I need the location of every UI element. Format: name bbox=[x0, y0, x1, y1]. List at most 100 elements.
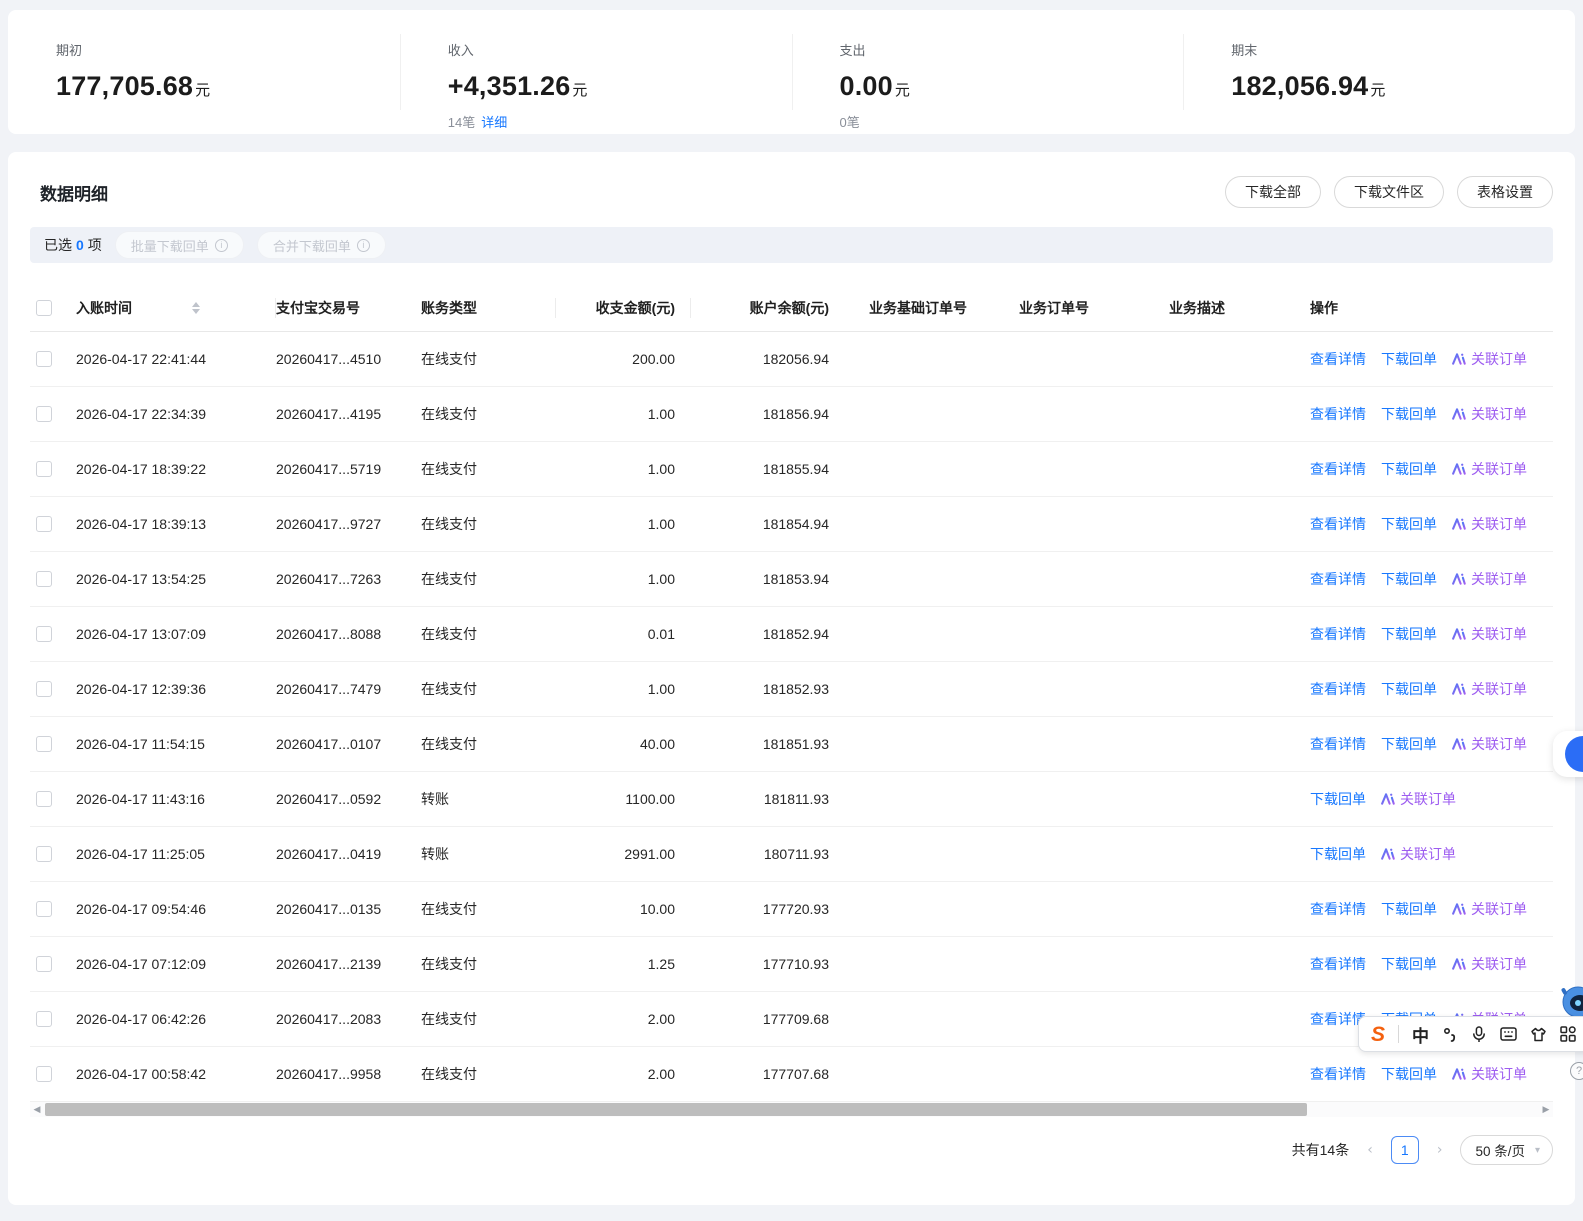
row-checkbox[interactable] bbox=[36, 406, 52, 422]
view-detail-link[interactable]: 查看详情 bbox=[1310, 514, 1366, 534]
row-checkbox[interactable] bbox=[36, 736, 52, 752]
download-receipt-link[interactable]: 下载回单 bbox=[1381, 569, 1437, 589]
help-circle-icon[interactable]: ? bbox=[1570, 1062, 1583, 1080]
next-page-button[interactable]: › bbox=[1437, 1142, 1443, 1158]
download-files-button[interactable]: 下载文件区 bbox=[1334, 176, 1444, 208]
row-checkbox-cell bbox=[30, 736, 76, 752]
current-page-button[interactable]: 1 bbox=[1391, 1136, 1419, 1164]
download-receipt-link[interactable]: 下载回单 bbox=[1310, 844, 1366, 864]
ime-keyboard-icon[interactable] bbox=[1500, 1027, 1517, 1041]
related-order-label: 关联订单 bbox=[1471, 569, 1527, 589]
ime-microphone-icon[interactable] bbox=[1471, 1026, 1487, 1043]
download-receipt-link[interactable]: 下载回单 bbox=[1310, 789, 1366, 809]
view-detail-link[interactable]: 查看详情 bbox=[1310, 624, 1366, 644]
cell-account-type: 在线支付 bbox=[421, 954, 556, 974]
view-detail-link[interactable]: 查看详情 bbox=[1310, 459, 1366, 479]
row-checkbox[interactable] bbox=[36, 901, 52, 917]
row-checkbox[interactable] bbox=[36, 351, 52, 367]
header-order: 业务订单号 bbox=[993, 298, 1143, 318]
view-detail-link[interactable]: 查看详情 bbox=[1310, 569, 1366, 589]
cell-balance: 181852.93 bbox=[691, 681, 843, 697]
batch-download-button[interactable]: 批量下载回单i bbox=[115, 231, 244, 259]
floating-assistant-button[interactable] bbox=[1553, 731, 1583, 777]
download-receipt-link[interactable]: 下载回单 bbox=[1381, 679, 1437, 699]
related-order-label: 关联订单 bbox=[1400, 789, 1456, 809]
download-receipt-link[interactable]: 下载回单 bbox=[1381, 624, 1437, 644]
download-receipt-link[interactable]: 下载回单 bbox=[1381, 459, 1437, 479]
download-receipt-link[interactable]: 下载回单 bbox=[1381, 404, 1437, 424]
sort-control[interactable] bbox=[192, 302, 200, 314]
cell-actions: 查看详情下载回单关联订单 bbox=[1288, 404, 1553, 424]
related-order-link[interactable]: 关联订单 bbox=[1452, 1064, 1527, 1084]
row-checkbox[interactable] bbox=[36, 1011, 52, 1027]
view-detail-link[interactable]: 查看详情 bbox=[1310, 954, 1366, 974]
scroll-left-arrow[interactable]: ◀ bbox=[30, 1102, 44, 1117]
merge-download-button[interactable]: 合并下载回单i bbox=[257, 231, 386, 259]
select-all-checkbox[interactable] bbox=[36, 300, 52, 316]
prev-page-button[interactable]: ‹ bbox=[1367, 1142, 1373, 1158]
ime-toolbox-grid-icon[interactable] bbox=[1560, 1026, 1576, 1042]
table-row: 2026-04-17 18:39:2220260417...5719在线支付1.… bbox=[30, 442, 1553, 497]
download-all-button[interactable]: 下载全部 bbox=[1225, 176, 1321, 208]
row-checkbox[interactable] bbox=[36, 791, 52, 807]
total-count: 共有14条 bbox=[1292, 1140, 1350, 1160]
table-row: 2026-04-17 13:07:0920260417...8088在线支付0.… bbox=[30, 607, 1553, 662]
cell-transaction-id: 20260417...5719 bbox=[276, 461, 421, 477]
row-checkbox[interactable] bbox=[36, 461, 52, 477]
income-detail-link[interactable]: 详细 bbox=[481, 115, 507, 130]
related-order-link[interactable]: 关联订单 bbox=[1452, 734, 1527, 754]
cell-amount: 1.00 bbox=[556, 516, 691, 532]
page-size-select[interactable]: 50 条/页▾ bbox=[1460, 1135, 1553, 1165]
row-checkbox[interactable] bbox=[36, 1066, 52, 1082]
related-order-icon bbox=[1452, 683, 1467, 695]
cell-actions: 查看详情下载回单关联订单 bbox=[1288, 734, 1553, 754]
header-account-type: 账务类型 bbox=[421, 298, 556, 318]
related-order-link[interactable]: 关联订单 bbox=[1452, 349, 1527, 369]
cell-account-type: 在线支付 bbox=[421, 679, 556, 699]
transactions-table: 入账时间 支付宝交易号 账务类型 收支金额(元) 账户余额(元) 业务基础订单号… bbox=[30, 285, 1553, 1102]
cell-account-type: 在线支付 bbox=[421, 569, 556, 589]
cell-entry-time: 2026-04-17 07:12:09 bbox=[76, 956, 276, 972]
scrollbar-thumb[interactable] bbox=[45, 1103, 1307, 1116]
download-receipt-link[interactable]: 下载回单 bbox=[1381, 734, 1437, 754]
view-detail-link[interactable]: 查看详情 bbox=[1310, 679, 1366, 699]
related-order-link[interactable]: 关联订单 bbox=[1452, 624, 1527, 644]
view-detail-link[interactable]: 查看详情 bbox=[1310, 349, 1366, 369]
table-settings-button[interactable]: 表格设置 bbox=[1457, 176, 1553, 208]
cell-amount: 1.25 bbox=[556, 956, 691, 972]
row-checkbox[interactable] bbox=[36, 626, 52, 642]
row-checkbox[interactable] bbox=[36, 956, 52, 972]
related-order-link[interactable]: 关联订单 bbox=[1452, 679, 1527, 699]
related-order-link[interactable]: 关联订单 bbox=[1452, 569, 1527, 589]
related-order-link[interactable]: 关联订单 bbox=[1452, 459, 1527, 479]
ime-skin-icon[interactable] bbox=[1530, 1027, 1547, 1042]
row-checkbox[interactable] bbox=[36, 846, 52, 862]
view-detail-link[interactable]: 查看详情 bbox=[1310, 1064, 1366, 1084]
row-checkbox[interactable] bbox=[36, 571, 52, 587]
related-order-link[interactable]: 关联订单 bbox=[1452, 899, 1527, 919]
related-order-link[interactable]: 关联订单 bbox=[1381, 789, 1456, 809]
download-receipt-link[interactable]: 下载回单 bbox=[1381, 514, 1437, 534]
scroll-right-arrow[interactable]: ▶ bbox=[1539, 1102, 1553, 1117]
horizontal-scrollbar[interactable]: ◀ ▶ bbox=[30, 1102, 1553, 1117]
related-order-link[interactable]: 关联订单 bbox=[1452, 954, 1527, 974]
stat-value: +4,351.26元 bbox=[448, 71, 792, 102]
download-receipt-link[interactable]: 下载回单 bbox=[1381, 899, 1437, 919]
ime-logo-icon[interactable]: S bbox=[1371, 1024, 1385, 1045]
row-checkbox[interactable] bbox=[36, 516, 52, 532]
download-receipt-link[interactable]: 下载回单 bbox=[1381, 349, 1437, 369]
view-detail-link[interactable]: 查看详情 bbox=[1310, 899, 1366, 919]
view-detail-link[interactable]: 查看详情 bbox=[1310, 734, 1366, 754]
related-order-link[interactable]: 关联订单 bbox=[1452, 404, 1527, 424]
download-receipt-link[interactable]: 下载回单 bbox=[1381, 954, 1437, 974]
cell-balance: 182056.94 bbox=[691, 351, 843, 367]
ime-language-mode-button[interactable]: 中 bbox=[1412, 1022, 1429, 1047]
ime-punctuation-icon[interactable] bbox=[1442, 1026, 1458, 1042]
cell-entry-time: 2026-04-17 13:07:09 bbox=[76, 626, 276, 642]
row-checkbox[interactable] bbox=[36, 681, 52, 697]
related-order-link[interactable]: 关联订单 bbox=[1452, 514, 1527, 534]
related-order-link[interactable]: 关联订单 bbox=[1381, 844, 1456, 864]
view-detail-link[interactable]: 查看详情 bbox=[1310, 404, 1366, 424]
download-receipt-link[interactable]: 下载回单 bbox=[1381, 1064, 1437, 1084]
cell-actions: 查看详情下载回单关联订单 bbox=[1288, 514, 1553, 534]
